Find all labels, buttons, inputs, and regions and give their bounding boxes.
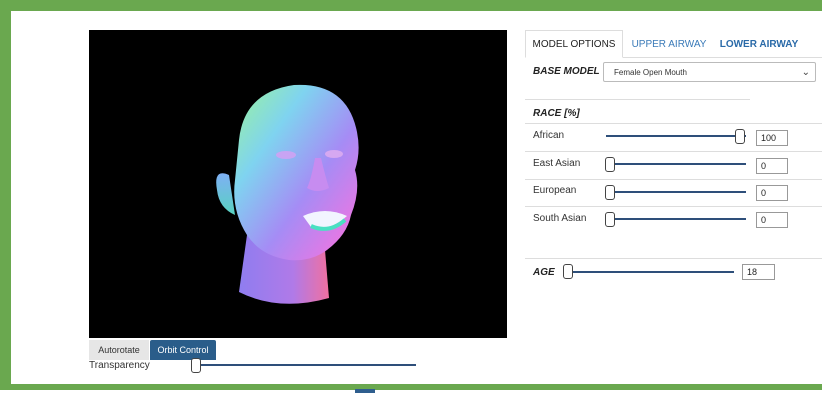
transparency-slider-thumb[interactable] — [191, 358, 201, 373]
frame-border-left — [0, 0, 11, 390]
race-south-asian-label: South Asian — [533, 213, 587, 224]
race-east-asian-slider-thumb[interactable] — [605, 157, 615, 172]
tab-lower-airway[interactable]: LOWER AIRWAY — [715, 30, 803, 58]
option-tabs: MODEL OPTIONS UPPER AIRWAY LOWER AIRWAY — [525, 30, 822, 58]
app-frame: Autorotate Orbit Control Transparency MO… — [0, 0, 822, 393]
model-viewer-canvas[interactable] — [89, 30, 507, 338]
race-east-asian-input[interactable]: 0 — [756, 158, 788, 174]
tab-upper-airway[interactable]: UPPER AIRWAY — [625, 30, 713, 58]
age-slider-thumb[interactable] — [563, 264, 573, 279]
race-european-input[interactable]: 0 — [756, 185, 788, 201]
base-model-select[interactable]: Female Open Mouth ⌄ — [603, 62, 816, 82]
base-model-label: BASE MODEL — [533, 66, 600, 77]
transparency-slider-track[interactable] — [194, 364, 416, 366]
frame-border-top — [0, 0, 822, 11]
age-label: AGE — [533, 267, 555, 278]
age-slider-track[interactable] — [566, 271, 734, 273]
race-european-label: European — [533, 185, 577, 196]
race-south-asian-slider-track[interactable] — [606, 218, 746, 220]
race-african-slider-track[interactable] — [606, 135, 746, 137]
race-east-asian-slider-track[interactable] — [606, 163, 746, 165]
race-row-divider — [525, 179, 822, 180]
race-south-asian-slider-thumb[interactable] — [605, 212, 615, 227]
frame-border-bottom — [0, 384, 822, 390]
age-input[interactable]: 18 — [742, 264, 775, 280]
autorotate-button[interactable]: Autorotate — [89, 340, 149, 360]
race-row-divider — [525, 206, 822, 207]
bottom-handle[interactable] — [355, 389, 375, 393]
race-african-slider-thumb[interactable] — [735, 129, 745, 144]
race-south-asian-input[interactable]: 0 — [756, 212, 788, 228]
base-model-selected-value: Female Open Mouth — [614, 67, 687, 77]
chevron-down-icon: ⌄ — [801, 67, 810, 78]
race-african-input[interactable]: 100 — [756, 130, 788, 146]
head-model-render — [216, 84, 359, 304]
race-label: RACE [%] — [533, 108, 580, 119]
race-european-slider-track[interactable] — [606, 191, 746, 193]
transparency-label: Transparency — [89, 360, 150, 371]
orbit-control-button[interactable]: Orbit Control — [150, 340, 216, 360]
race-divider — [525, 123, 822, 124]
race-east-asian-label: East Asian — [533, 158, 581, 169]
race-african-label: African — [533, 130, 565, 141]
race-european-slider-thumb[interactable] — [605, 185, 615, 200]
tab-model-options[interactable]: MODEL OPTIONS — [525, 30, 623, 58]
section-divider — [525, 99, 750, 100]
age-divider — [525, 258, 822, 259]
race-row-divider — [525, 151, 822, 152]
